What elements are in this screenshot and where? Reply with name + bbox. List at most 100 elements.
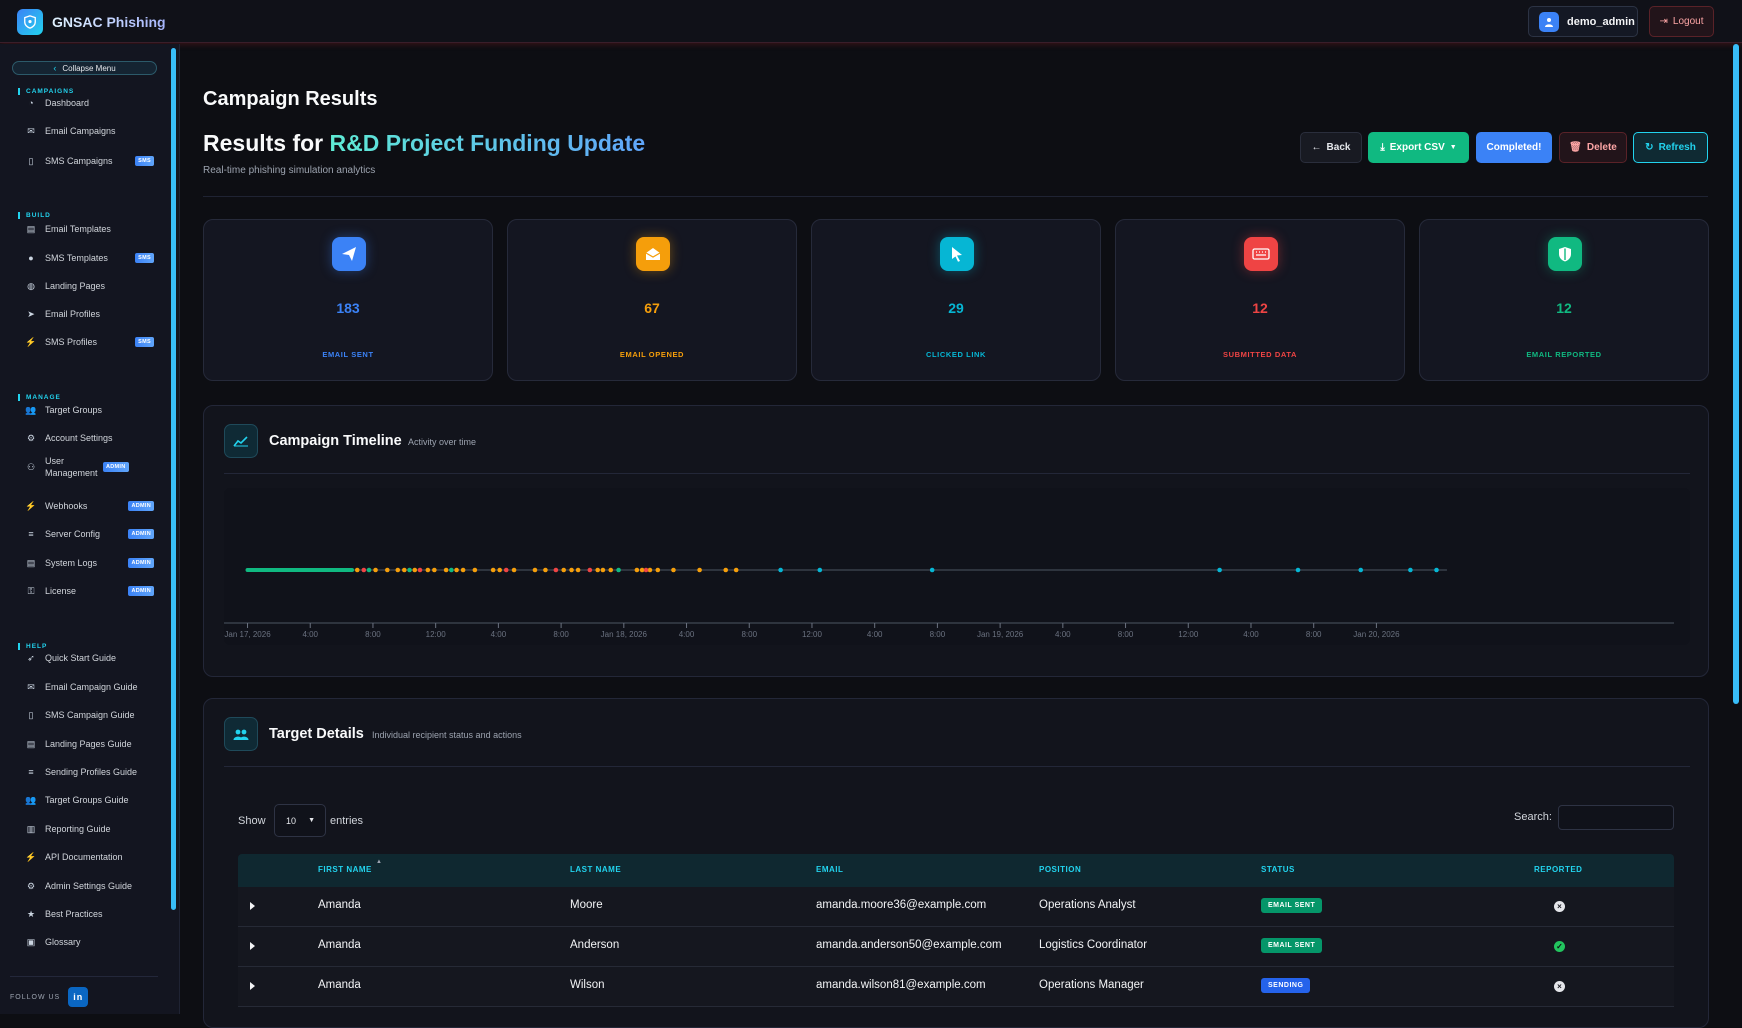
sidebar-item-email-templates[interactable]: ▤ Email Templates xyxy=(24,219,154,239)
sidebar-item-label: Email Campaigns xyxy=(45,126,116,136)
stat-label: SUBMITTED DATA xyxy=(1223,350,1297,359)
plug-icon: ⚡ xyxy=(25,851,37,862)
bar-chart-icon: ▥ xyxy=(26,823,36,834)
search-input[interactable] xyxy=(1558,805,1674,830)
sidebar-item-webhooks[interactable]: ⚡ Webhooks ADMIN xyxy=(24,496,154,516)
sidebar-item-email-campaign-guide[interactable]: ✉ Email Campaign Guide xyxy=(24,677,154,697)
entries-label: entries xyxy=(330,815,364,827)
cell-first-name: Amanda xyxy=(318,979,361,991)
delete-button[interactable]: 🗑 Delete xyxy=(1559,132,1627,163)
sidebar-item-system-logs[interactable]: ▤ System Logs ADMIN xyxy=(24,553,154,573)
timeline-event-point xyxy=(543,567,548,573)
sidebar-item-sms-profiles[interactable]: ⚡ SMS Profiles SMS xyxy=(24,332,154,352)
sidebar-item-label: Landing Pages xyxy=(45,281,106,291)
collapse-menu-button[interactable]: ‹ Collapse Menu xyxy=(12,61,157,75)
user-menu-button[interactable]: demo_admin xyxy=(1528,6,1638,37)
logout-button[interactable]: ⇥ Logout xyxy=(1649,6,1714,37)
sidebar-item-sms-templates[interactable]: ● SMS Templates SMS xyxy=(24,248,154,268)
sidebar-item-target-groups-guide[interactable]: 👥 Target Groups Guide xyxy=(24,790,154,810)
x-circle-icon: × xyxy=(1554,901,1565,912)
sidebar-item-label: API Documentation xyxy=(45,852,123,862)
timeline-event-point xyxy=(385,567,390,573)
completed-button[interactable]: Completed! xyxy=(1476,132,1552,163)
timeline-title: Campaign Timeline xyxy=(269,433,402,449)
plug-icon: ⚡ xyxy=(25,500,37,511)
main-scrollbar[interactable] xyxy=(1733,44,1739,704)
sidebar-item-label: Server Config xyxy=(45,529,101,539)
plug-icon: ⚡ xyxy=(25,336,37,347)
sidebar-item-server-config[interactable]: ≡ Server Config ADMIN xyxy=(24,524,154,544)
sidebar-item-landing-pages-guide[interactable]: ▤ Landing Pages Guide xyxy=(24,734,154,754)
timeline-card: Campaign Timeline Activity over time Jan… xyxy=(203,405,1709,677)
sidebar-item-admin-settings-guide[interactable]: ⚙ Admin Settings Guide xyxy=(24,876,154,896)
stat-value: 12 xyxy=(1556,300,1572,316)
sidebar-item-label: Landing Pages Guide xyxy=(45,739,132,749)
sidebar-item-best-practices[interactable]: ★ Best Practices xyxy=(24,904,154,924)
expand-row-icon[interactable] xyxy=(250,942,255,950)
sidebar-item-user-management[interactable]: ⚇ User Management ADMIN xyxy=(24,456,154,478)
badge: ADMIN xyxy=(128,586,154,596)
download-icon: ⤓ xyxy=(1380,142,1385,153)
back-button[interactable]: ← Back xyxy=(1300,132,1362,163)
delete-label: Delete xyxy=(1586,142,1617,153)
x-tick-label: 4:00 xyxy=(679,630,695,639)
users-icon: 👥 xyxy=(25,404,37,415)
timeline-event-point xyxy=(595,567,600,573)
sidebar-item-license[interactable]: ⚿ License ADMIN xyxy=(24,581,154,601)
sidebar-item-email-profiles[interactable]: ➤ Email Profiles xyxy=(24,304,154,324)
x-tick-label: 8:00 xyxy=(1306,630,1322,639)
key-icon: ⚿ xyxy=(27,585,35,596)
sidebar-item-label: Target Groups Guide xyxy=(45,795,129,805)
refresh-button[interactable]: ↻ Refresh xyxy=(1633,132,1708,163)
table-row[interactable]: Amanda Anderson amanda.anderson50@example.… xyxy=(238,927,1674,967)
table-header: FIRST NAME ▲ LAST NAME EMAIL POSITION ST… xyxy=(238,854,1674,887)
back-label: Back xyxy=(1326,142,1351,153)
sidebar-item-email-campaigns[interactable]: ✉ Email Campaigns xyxy=(24,121,154,141)
sidebar-item-dashboard[interactable]: ◔ Dashboard xyxy=(24,93,154,113)
refresh-label: Refresh xyxy=(1658,142,1696,153)
sidebar-item-account-settings[interactable]: ⚙ Account Settings xyxy=(24,428,154,448)
sidebar-item-api-documentation[interactable]: ⚡ API Documentation xyxy=(24,847,154,867)
timeline-event-point xyxy=(1295,567,1301,573)
timeline-event-point xyxy=(778,567,783,573)
user-icon xyxy=(1539,11,1559,32)
logout-label: Logout xyxy=(1672,16,1704,27)
table-row[interactable]: Amanda Moore amanda.moore36@example.com Ope… xyxy=(238,887,1674,927)
sidebar-item-landing-pages[interactable]: ◍ Landing Pages xyxy=(24,276,154,296)
sidebar-item-glossary[interactable]: ▣ Glossary xyxy=(24,932,154,952)
timeline-event-point xyxy=(511,567,517,573)
timeline-event-point xyxy=(634,567,640,573)
phone-icon: ▯ xyxy=(28,155,34,166)
badge: ADMIN xyxy=(128,558,154,568)
page-title: Campaign Results xyxy=(203,88,378,110)
sidebar-scrollbar[interactable] xyxy=(171,48,176,910)
sidebar-item-quick-start-guide[interactable]: ➶ Quick Start Guide xyxy=(24,648,154,668)
header-status[interactable]: STATUS xyxy=(1261,865,1295,874)
timeline-event-point xyxy=(454,567,459,573)
entries-select[interactable]: 10 ▼ xyxy=(274,804,326,837)
header-last-name[interactable]: LAST NAME xyxy=(570,865,621,874)
sidebar-item-target-groups[interactable]: 👥 Target Groups xyxy=(24,400,154,420)
sidebar-item-reporting-guide[interactable]: ▥ Reporting Guide xyxy=(24,819,154,839)
file-icon: ▤ xyxy=(26,223,36,234)
status-badge: SENDING xyxy=(1261,978,1311,993)
status-badge: EMAIL SENT xyxy=(1261,898,1323,913)
table-row[interactable]: Amanda Wilson amanda.wilson81@example.com O… xyxy=(238,967,1674,1007)
expand-row-icon[interactable] xyxy=(250,902,255,910)
caret-down-icon: ▼ xyxy=(308,817,315,824)
sidebar-item-sms-campaign-guide[interactable]: ▯ SMS Campaign Guide xyxy=(24,705,154,725)
collapse-menu-label: Collapse Menu xyxy=(62,63,116,73)
export-csv-button[interactable]: ⤓ Export CSV ▼ xyxy=(1368,132,1469,163)
timeline-event-point xyxy=(697,567,702,573)
header-email[interactable]: EMAIL xyxy=(816,865,843,874)
sidebar-item-sms-campaigns[interactable]: ▯ SMS Campaigns SMS xyxy=(24,151,154,171)
header-position[interactable]: POSITION xyxy=(1039,865,1081,874)
expand-row-icon[interactable] xyxy=(250,982,255,990)
sidebar-item-sending-profiles-guide[interactable]: ≡ Sending Profiles Guide xyxy=(24,762,154,782)
follow-us-label: FOLLOW US xyxy=(10,993,61,1001)
brand[interactable]: GNSAC Phishing xyxy=(17,9,166,35)
header-reported[interactable]: REPORTED xyxy=(1534,865,1582,874)
linkedin-icon[interactable]: in xyxy=(68,987,89,1007)
header-first-name[interactable]: FIRST NAME xyxy=(318,865,372,874)
badge: ADMIN xyxy=(128,529,154,539)
